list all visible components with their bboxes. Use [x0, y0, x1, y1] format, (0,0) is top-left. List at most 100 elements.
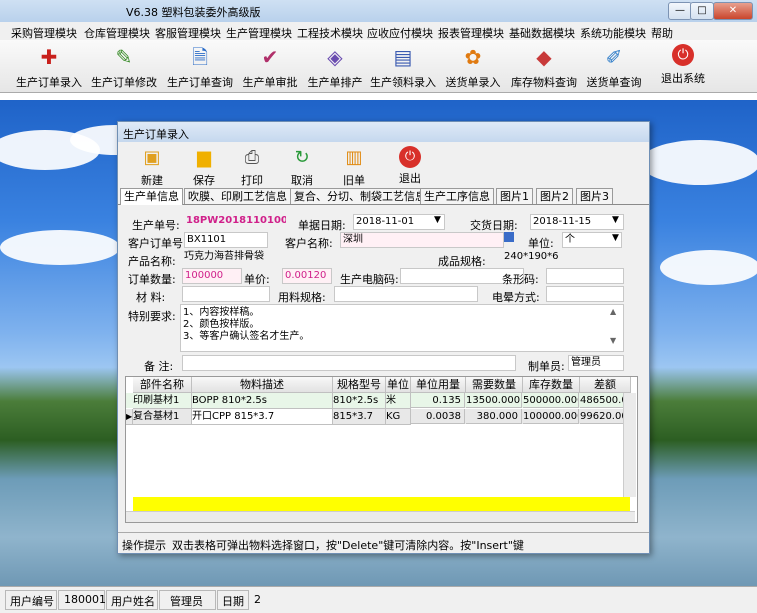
material-label: 材 料: — [136, 291, 166, 304]
print-button[interactable]: ⎙ 打印 — [226, 144, 278, 187]
toolbar-approve[interactable]: ✔ 生产单审批 — [240, 42, 300, 90]
col-header[interactable]: 部件名称 — [133, 377, 192, 393]
table-cell[interactable]: 开口CPP 815*3.7 — [192, 409, 333, 425]
table-cell[interactable]: BOPP 810*2.5s — [192, 393, 333, 409]
doc-date-field[interactable]: 2018-11-01 — [353, 214, 445, 230]
delivery-date-field[interactable]: 2018-11-15 — [530, 214, 624, 230]
toolbar-order-modify[interactable]: ✎ 生产订单修改 — [88, 42, 160, 90]
exit-dialog-button[interactable]: ⏻ 退出 — [384, 144, 436, 186]
cancel-button[interactable]: ↻ 取消 — [276, 144, 328, 187]
col-header[interactable]: 物料描述 — [192, 377, 333, 393]
date-label: 日期 — [222, 595, 244, 608]
price-field[interactable]: 0.00120 — [282, 268, 332, 284]
toolbar-material-entry[interactable]: ▤ 生产领料录入 — [370, 42, 436, 90]
toolbar-inventory-query[interactable]: ◆ 库存物料查询 — [508, 42, 580, 90]
table-cell[interactable]: 13500.000 — [466, 393, 522, 408]
table-cell[interactable]: 0.135 — [411, 393, 465, 408]
table-cell[interactable]: KG — [386, 409, 411, 425]
cust-order-label: 客户订单号: — [128, 237, 187, 250]
menu-item-basedata[interactable]: 基础数据模块 — [509, 25, 575, 41]
remark-field[interactable] — [182, 355, 516, 371]
table-cell[interactable]: 100000.000 — [523, 409, 579, 424]
cust-name-field[interactable]: 深圳 — [340, 232, 504, 248]
menu-item-production[interactable]: 生产管理模块 — [226, 25, 292, 41]
spec-field[interactable]: 240*190*6 — [502, 250, 622, 264]
table-cell[interactable]: 米 — [386, 393, 411, 409]
unit-label: 单位: — [528, 237, 554, 250]
price-label: 单价: — [244, 273, 270, 286]
col-header[interactable]: 单位用量 — [411, 377, 466, 393]
hint-label: 操作提示 — [122, 539, 166, 552]
table-cell[interactable]: 810*2.5s — [333, 393, 386, 409]
chevron-down-icon[interactable]: ▼ — [612, 233, 619, 243]
toolbar-delivery-entry[interactable]: ✿ 送货单录入 — [443, 42, 503, 90]
tab-image2[interactable]: 图片2 — [536, 188, 573, 204]
table-cell[interactable]: 0.0038 — [411, 409, 465, 424]
tab-image1[interactable]: 图片1 — [496, 188, 533, 204]
hint-text: 双击表格可弹出物料选择窗口，按"Delete"键可清除内容。按"Insert"键 — [172, 539, 524, 552]
chevron-down-icon[interactable]: ▼ — [434, 215, 441, 225]
scroll-up-icon[interactable]: ▲ — [610, 307, 616, 316]
special-line: 2、颜色按样版。 — [183, 319, 260, 330]
scroll-down-icon[interactable]: ▼ — [610, 336, 616, 345]
edit-icon: ✎ — [115, 45, 133, 69]
user-name-label: 用户姓名 — [111, 595, 155, 608]
menu-item-warehouse[interactable]: 仓库管理模块 — [84, 25, 150, 41]
toolbar-order-entry[interactable]: ✚ 生产订单录入 — [14, 42, 84, 90]
elec-label: 生产电脑码: — [340, 273, 399, 286]
material-field[interactable] — [182, 286, 270, 302]
order-entry-dialog: 生产订单录入 ▣ 新建 ▆ 保存 ⎙ 打印 ↻ 取消 ▥ 旧单 ⏻ 退出 生产单信息 吹膜、… — [117, 121, 650, 554]
table-row[interactable]: 印刷基材1 BOPP 810*2.5s 810*2.5s 米 0.135 135… — [126, 393, 631, 409]
lookup-icon[interactable] — [504, 232, 514, 242]
toolbar-exit[interactable]: ⏻ 退出系统 — [656, 42, 710, 90]
close-button[interactable]: ✕ — [713, 2, 753, 20]
tab-blow-print[interactable]: 吹膜、印刷工艺信息 — [184, 188, 291, 204]
col-header[interactable]: 需要数量 — [466, 377, 523, 393]
prod-no-field[interactable]: 18PW20181101001 — [184, 214, 286, 228]
menu-item-purchase[interactable]: 采购管理模块 — [11, 25, 77, 41]
toolbar-delivery-query[interactable]: ✐ 送货单查询 — [584, 42, 644, 90]
product-field[interactable]: 巧克力海苔排骨袋 — [182, 250, 420, 264]
new-button[interactable]: ▣ 新建 — [126, 144, 178, 187]
table-cell[interactable]: 815*3.7 — [333, 409, 386, 425]
table-cell[interactable]: 500000.000 — [523, 393, 579, 408]
table-row[interactable]: ▶ 复合基材1 开口CPP 815*3.7 815*3.7 KG 0.0038 … — [126, 409, 631, 425]
menu-item-reports[interactable]: 报表管理模块 — [438, 25, 504, 41]
material-table[interactable]: 部件名称 物料描述 规格型号 单位 单位用量 需要数量 库存数量 差额 印刷基材… — [125, 376, 638, 523]
chevron-down-icon[interactable]: ▼ — [612, 215, 619, 225]
menu-item-accounts[interactable]: 应收应付模块 — [367, 25, 433, 41]
minimize-button[interactable]: — — [668, 2, 692, 20]
menu-item-engineering[interactable]: 工程技术模块 — [297, 25, 363, 41]
col-header[interactable]: 单位 — [386, 377, 411, 393]
tab-process[interactable]: 生产工序信息 — [420, 188, 494, 204]
cust-order-field[interactable]: BX1101 — [184, 232, 268, 248]
barcode-field[interactable] — [546, 268, 624, 284]
tab-order-info[interactable]: 生产单信息 — [120, 188, 183, 205]
col-header[interactable]: 差额 — [580, 377, 631, 393]
tab-composite[interactable]: 复合、分切、制袋工艺信息 — [290, 188, 430, 204]
special-line: 1、内容按样稿。 — [183, 307, 260, 318]
col-header[interactable]: 库存数量 — [523, 377, 580, 393]
old-order-button[interactable]: ▥ 旧单 — [328, 144, 380, 187]
table-cell[interactable]: 复合基材1 — [133, 409, 192, 425]
qty-field[interactable]: 100000 — [182, 268, 242, 284]
menu-item-service[interactable]: 客服管理模块 — [155, 25, 221, 41]
row-pointer-icon: ▶ — [126, 409, 133, 425]
tab-image3[interactable]: 图片3 — [576, 188, 613, 204]
toolbar-schedule[interactable]: ◈ 生产单排产 — [305, 42, 365, 90]
table-cell[interactable]: 印刷基材1 — [133, 393, 192, 409]
col-header[interactable]: 规格型号 — [333, 377, 386, 393]
mat-spec-field[interactable] — [334, 286, 478, 302]
horizontal-scrollbar[interactable] — [126, 511, 635, 522]
maker-field[interactable]: 管理员 — [568, 355, 624, 371]
maximize-button[interactable]: □ — [690, 2, 714, 20]
save-button[interactable]: ▆ 保存 — [178, 144, 230, 187]
toolbar-order-query[interactable]: 🗎 生产订单查询 — [164, 42, 236, 90]
special-textarea[interactable]: 1、内容按样稿。 2、颜色按样版。 3、等客户确认签名才生产。 — [180, 304, 624, 352]
table-cell[interactable]: 380.000 — [466, 409, 522, 424]
exit-icon: ⏻ — [672, 44, 694, 66]
power-field[interactable] — [546, 286, 624, 302]
menu-item-system[interactable]: 系统功能模块 — [580, 25, 646, 41]
vertical-scrollbar[interactable] — [623, 393, 636, 497]
menu-item-help[interactable]: 帮助 — [651, 25, 673, 41]
